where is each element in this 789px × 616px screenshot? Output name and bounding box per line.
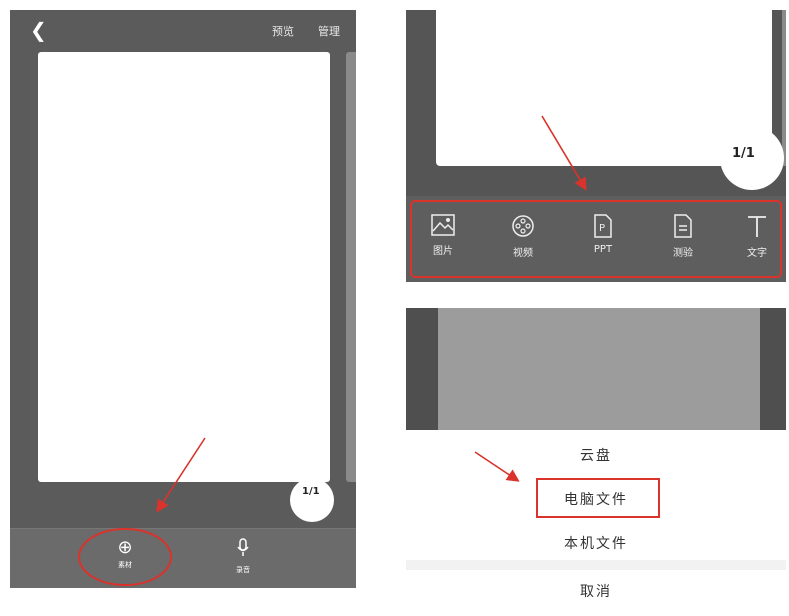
slide-canvas[interactable]	[38, 52, 330, 482]
preview-button[interactable]: 预览	[272, 23, 294, 39]
material-label: 素材	[118, 561, 132, 569]
source-picker-panel: 云盘 电脑文件 本机文件 取消	[406, 308, 786, 616]
text-label: 文字	[747, 248, 767, 259]
image-button[interactable]: 图片	[418, 214, 468, 257]
bottom-toolbar	[10, 528, 356, 588]
video-label: 视频	[513, 248, 533, 259]
record-button[interactable]: 录音	[223, 538, 263, 575]
plus-circle-icon: ⊕	[117, 537, 133, 558]
sheet-divider	[406, 560, 786, 570]
ppt-label: PPT	[593, 244, 613, 255]
option-highlight	[536, 478, 660, 518]
material-type-panel: 1/1 图片 视频 P PPT 测验 文字	[406, 10, 786, 282]
editor-panel-main: ❮ 预览 管理 1/1 ⊕ 素材 录音	[10, 10, 356, 588]
cancel-button[interactable]: 取消	[406, 570, 786, 614]
video-button[interactable]: 视频	[498, 214, 548, 259]
quiz-button[interactable]: 测验	[658, 214, 708, 259]
ppt-button[interactable]: P PPT	[578, 214, 628, 255]
manage-button[interactable]: 管理	[318, 23, 340, 39]
record-label: 录音	[236, 566, 250, 574]
quiz-icon	[674, 214, 692, 238]
slide-canvas[interactable]	[436, 10, 772, 166]
text-button[interactable]: 文字	[732, 214, 782, 259]
next-slide-peek[interactable]	[346, 52, 356, 482]
back-chevron-left-icon[interactable]: ❮	[30, 20, 47, 40]
quiz-label: 测验	[673, 248, 693, 259]
text-icon	[748, 216, 766, 237]
ppt-icon: P	[594, 214, 612, 238]
dimmed-slide	[438, 308, 760, 430]
video-reel-icon	[512, 215, 534, 237]
image-icon	[431, 214, 455, 236]
page-indicator-badge	[290, 478, 334, 522]
svg-text:P: P	[599, 223, 605, 234]
page-indicator: 1/1	[732, 146, 755, 161]
microphone-icon	[223, 538, 263, 563]
option-cloud-disk[interactable]: 云盘	[406, 434, 786, 479]
next-slide-peek[interactable]	[782, 10, 786, 166]
image-label: 图片	[433, 246, 453, 257]
material-button[interactable]: ⊕ 素材	[105, 538, 145, 570]
page-indicator: 1/1	[302, 486, 320, 497]
